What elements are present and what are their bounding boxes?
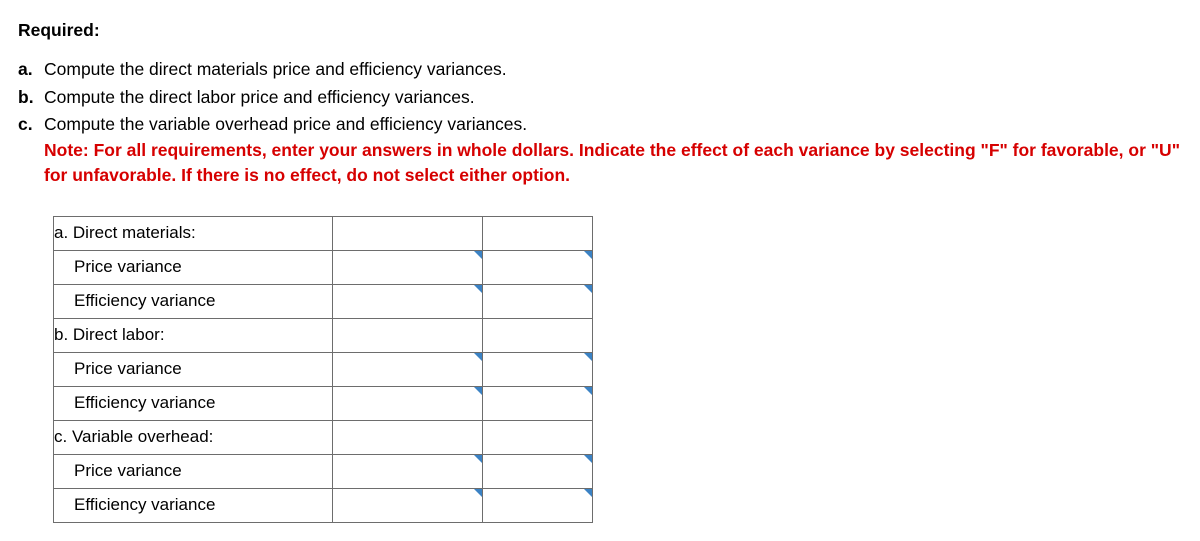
row-label: a. Direct materials:	[54, 217, 333, 251]
requirement-marker: b.	[18, 85, 34, 110]
table-row: Efficiency variance	[54, 285, 593, 319]
effect-select[interactable]	[483, 353, 592, 386]
amount-input[interactable]	[333, 489, 482, 522]
amount-cell[interactable]	[333, 285, 483, 319]
table-row: b. Direct labor:	[54, 319, 593, 353]
blank-cell	[333, 319, 483, 353]
requirement-a: a. Compute the direct materials price an…	[18, 57, 1182, 82]
dropdown-corner-icon	[584, 251, 592, 259]
row-label: Efficiency variance	[54, 489, 333, 523]
amount-input[interactable]	[333, 387, 482, 420]
dropdown-corner-icon	[474, 387, 482, 395]
row-label: Price variance	[54, 251, 333, 285]
effect-select[interactable]	[483, 489, 592, 522]
row-label: b. Direct labor:	[54, 319, 333, 353]
dropdown-corner-icon	[584, 489, 592, 497]
table-row: Price variance	[54, 455, 593, 489]
blank-cell	[483, 421, 593, 455]
requirement-marker: c.	[18, 112, 33, 137]
answer-table-wrap: a. Direct materials: Price variance Effi…	[53, 216, 1182, 523]
table-row: Efficiency variance	[54, 489, 593, 523]
amount-input[interactable]	[333, 285, 482, 318]
blank-cell	[333, 421, 483, 455]
amount-cell[interactable]	[333, 489, 483, 523]
amount-cell[interactable]	[333, 455, 483, 489]
effect-cell[interactable]	[483, 387, 593, 421]
table-row: Price variance	[54, 251, 593, 285]
effect-select[interactable]	[483, 251, 592, 284]
blank-cell	[483, 319, 593, 353]
effect-cell[interactable]	[483, 251, 593, 285]
requirements-list: a. Compute the direct materials price an…	[18, 57, 1182, 188]
effect-select[interactable]	[483, 455, 592, 488]
blank-cell	[333, 217, 483, 251]
amount-cell[interactable]	[333, 353, 483, 387]
row-label: Price variance	[54, 455, 333, 489]
table-row: a. Direct materials:	[54, 217, 593, 251]
effect-cell[interactable]	[483, 489, 593, 523]
requirement-text: Compute the direct labor price and effic…	[44, 87, 475, 107]
dropdown-corner-icon	[584, 455, 592, 463]
dropdown-corner-icon	[584, 353, 592, 361]
effect-select[interactable]	[483, 387, 592, 420]
requirement-text: Compute the variable overhead price and …	[44, 114, 527, 134]
dropdown-corner-icon	[474, 455, 482, 463]
table-row: c. Variable overhead:	[54, 421, 593, 455]
effect-cell[interactable]	[483, 353, 593, 387]
dropdown-corner-icon	[474, 353, 482, 361]
dropdown-corner-icon	[474, 489, 482, 497]
dropdown-corner-icon	[584, 285, 592, 293]
amount-cell[interactable]	[333, 251, 483, 285]
row-label: Efficiency variance	[54, 387, 333, 421]
answer-table: a. Direct materials: Price variance Effi…	[53, 216, 593, 523]
requirement-b: b. Compute the direct labor price and ef…	[18, 85, 1182, 110]
requirement-text: Compute the direct materials price and e…	[44, 59, 507, 79]
blank-cell	[483, 217, 593, 251]
effect-select[interactable]	[483, 285, 592, 318]
requirement-c: c. Compute the variable overhead price a…	[18, 112, 1182, 188]
required-heading: Required:	[18, 18, 1182, 43]
table-row: Efficiency variance	[54, 387, 593, 421]
dropdown-corner-icon	[474, 285, 482, 293]
row-label: Price variance	[54, 353, 333, 387]
table-row: Price variance	[54, 353, 593, 387]
amount-input[interactable]	[333, 455, 482, 488]
effect-cell[interactable]	[483, 455, 593, 489]
requirement-marker: a.	[18, 57, 33, 82]
amount-input[interactable]	[333, 251, 482, 284]
dropdown-corner-icon	[474, 251, 482, 259]
row-label: Efficiency variance	[54, 285, 333, 319]
dropdown-corner-icon	[584, 387, 592, 395]
requirement-note: Note: For all requirements, enter your a…	[44, 138, 1182, 189]
amount-input[interactable]	[333, 353, 482, 386]
effect-cell[interactable]	[483, 285, 593, 319]
row-label: c. Variable overhead:	[54, 421, 333, 455]
amount-cell[interactable]	[333, 387, 483, 421]
